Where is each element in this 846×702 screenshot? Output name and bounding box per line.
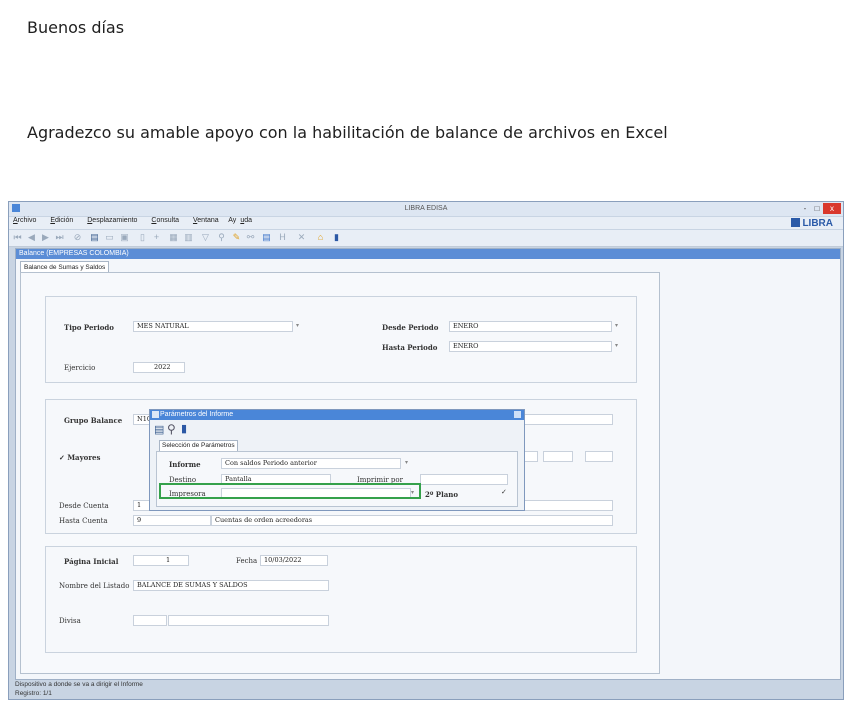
grupo-balance-label: Grupo Balance (64, 416, 123, 425)
menu-desplazamiento[interactable]: Desplazamiento (83, 217, 141, 224)
fecha-label: Fecha (236, 557, 258, 565)
desde-periodo-select[interactable]: ENERO (449, 321, 612, 332)
close-button[interactable]: x (823, 203, 841, 214)
mayores-label: ✓ Mayores (59, 453, 101, 462)
email-body: Agradezco su amable apoyo con la habilit… (27, 123, 668, 142)
tipo-periodo-label: Tipo Periodo (64, 323, 114, 332)
toolbar: ⏮ ◀ ▶ ⏭ ⊘ ▤ ▭ ▣ ▯ + ▦ ▥ ▽ ⚲ ✎ ⚯ ▤ H ✕ ⌂ … (9, 230, 843, 247)
email-greeting: Buenos días (27, 18, 125, 37)
window-title: LIBRA EDISA (404, 205, 448, 212)
hasta-periodo-label: Hasta Periodo (382, 343, 438, 352)
filter-icon[interactable]: ▽ (200, 232, 211, 243)
tipo-periodo-select[interactable]: MES NATURAL (133, 321, 293, 332)
grid-icon[interactable]: ▥ (183, 232, 194, 243)
segundo-plano-label: 2º Plano (425, 490, 459, 499)
minimize-button[interactable]: - (799, 203, 811, 214)
bookmark-icon[interactable]: H (277, 232, 288, 243)
mayores-select-2[interactable] (543, 451, 573, 462)
desde-periodo-label: Desde Periodo (382, 323, 439, 332)
informe-select[interactable]: Con saldos Periodo anterior (221, 458, 401, 469)
hasta-cuenta-description: Cuentas de orden acreedoras (211, 515, 613, 526)
copy-icon[interactable]: ▣ (119, 232, 130, 243)
add-icon[interactable]: + (151, 232, 162, 243)
libra-logo-icon (791, 218, 801, 227)
hasta-cuenta-input[interactable]: 9 (133, 515, 211, 526)
pagina-inicial-input[interactable]: 1 (133, 555, 189, 566)
imprimir-por-select[interactable] (420, 474, 508, 485)
search-icon[interactable]: ⚲ (216, 232, 227, 243)
link-icon[interactable]: ⚯ (245, 232, 256, 243)
menu-consulta[interactable]: Consulta (147, 217, 183, 224)
attach-icon[interactable]: ▦ (168, 232, 179, 243)
nombre-listado-label: Nombre del Listado (59, 582, 130, 590)
last-record-icon[interactable]: ⏭ (54, 232, 65, 243)
segundo-plano-checkbox[interactable]: ✓ (501, 488, 507, 496)
tab-seleccion-parametros[interactable]: Selección de Parámetros (159, 440, 238, 451)
ejercicio-input[interactable]: 2022 (133, 362, 185, 373)
title-bar: LIBRA EDISA - □ x (9, 202, 843, 216)
maximize-button[interactable]: □ (811, 203, 823, 214)
desde-cuenta-label: Desde Cuenta (59, 502, 109, 510)
hasta-cuenta-label: Hasta Cuenta (59, 517, 108, 525)
chevron-down-icon[interactable]: ▾ (615, 342, 618, 349)
divisa-code-input[interactable] (133, 615, 167, 626)
ejercicio-label: Ejercicio (64, 364, 96, 372)
prev-record-icon[interactable]: ◀ (26, 232, 37, 243)
document-icon[interactable]: ▤ (261, 232, 272, 243)
informe-label: Informe (169, 460, 201, 469)
pagina-inicial-label: Página Inicial (64, 557, 119, 566)
menu-edicion[interactable]: Edición (46, 217, 77, 224)
next-record-icon[interactable]: ▶ (40, 232, 51, 243)
dialog-icon (152, 411, 159, 418)
menu-ayuda[interactable]: Ay uda (228, 217, 256, 224)
search-icon[interactable]: ⚲ (167, 422, 176, 436)
divisa-name-input[interactable] (168, 615, 329, 626)
edit-icon[interactable]: ✎ (231, 232, 242, 243)
record-counter: Registro: 1/1 (15, 690, 52, 697)
refresh-icon[interactable]: ⊘ (72, 232, 83, 243)
mayores-select-3[interactable] (585, 451, 613, 462)
home-icon[interactable]: ⌂ (315, 232, 326, 243)
exit-icon[interactable]: ▮ (331, 232, 342, 243)
delete-icon[interactable]: ✕ (296, 232, 307, 243)
balance-window-title: Balance (EMPRESAS COLOMBIA) (16, 249, 840, 259)
listado-panel: Página Inicial 1 Fecha 10/03/2022 Nombre… (45, 546, 637, 653)
exit-icon[interactable]: ▮ (181, 422, 187, 435)
chevron-down-icon[interactable]: ▾ (296, 322, 299, 329)
dialog-title: Parámetros del Informe (150, 410, 524, 420)
dialog-close-icon[interactable] (514, 411, 521, 418)
chevron-down-icon[interactable]: ▾ (405, 459, 408, 466)
divisa-label: Divisa (59, 617, 81, 625)
menu-archivo[interactable]: Archivo (9, 217, 40, 224)
hasta-periodo-select[interactable]: ENERO (449, 341, 612, 352)
print-icon[interactable]: ▤ (89, 232, 100, 243)
menu-ventana[interactable]: Ventana (189, 217, 223, 224)
periodo-panel: Tipo Periodo MES NATURAL ▾ Desde Periodo… (45, 296, 637, 383)
chevron-down-icon[interactable]: ▾ (615, 322, 618, 329)
first-record-icon[interactable]: ⏮ (12, 232, 23, 243)
new-icon[interactable]: ▯ (137, 232, 148, 243)
fecha-input[interactable]: 10/03/2022 (260, 555, 328, 566)
status-bar: Dispositivo a donde se va a dirigir el I… (15, 680, 841, 698)
nombre-listado-input[interactable]: BALANCE DE SUMAS Y SALDOS (133, 580, 329, 591)
print-icon[interactable]: ▤ (154, 423, 164, 436)
libra-logo: LIBRA (791, 218, 833, 229)
menu-bar: Archivo Edición Desplazamiento Consulta … (9, 217, 843, 229)
impresora-highlight (159, 483, 421, 499)
status-hint: Dispositivo a donde se va a dirigir el I… (15, 681, 143, 688)
preview-icon[interactable]: ▭ (104, 232, 115, 243)
